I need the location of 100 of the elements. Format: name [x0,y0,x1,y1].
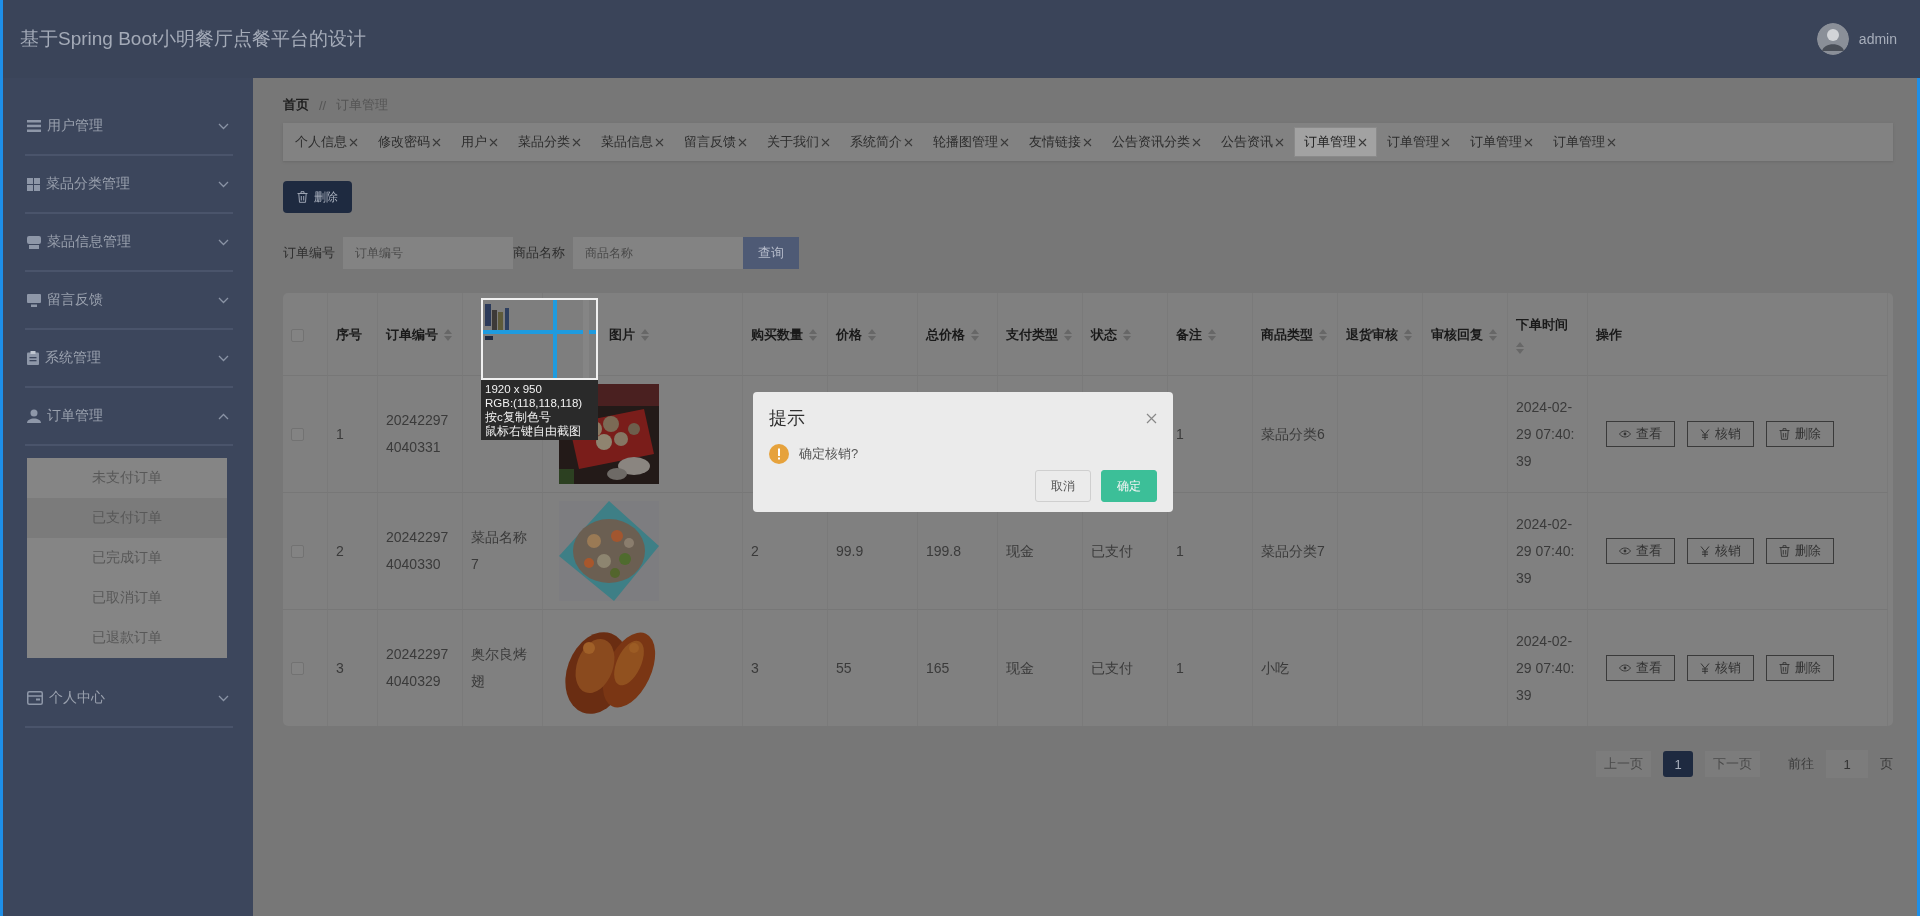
tab[interactable]: 友情链接 [1019,127,1102,157]
confirm-button[interactable]: 确定 [1101,470,1157,502]
close-icon[interactable] [904,137,913,147]
page-input[interactable]: 1 [1826,750,1868,778]
close-icon[interactable] [1146,412,1157,424]
table-cell: 小吃 [1253,609,1338,726]
column-header: 支付类型 [1006,326,1058,344]
search-button[interactable]: 查询 [743,237,799,269]
column-header: 购买数量 [751,326,803,344]
tab[interactable]: 公告资讯分类 [1102,127,1211,157]
view-button[interactable]: 查看 [1606,538,1675,564]
close-icon[interactable] [1524,137,1533,147]
dialog-message: 确定核销? [799,445,859,463]
view-button[interactable]: 查看 [1606,655,1675,681]
dialog-title: 提示 [769,407,805,430]
goto-label: 前往 [1788,755,1814,773]
delete-button[interactable]: 删除 [1766,538,1834,564]
close-icon[interactable] [1000,137,1009,147]
eye-icon [1619,430,1631,438]
table-cell: 2024-02-29 07:40:39 [1508,492,1588,609]
cancel-button[interactable]: 取消 [1035,470,1091,502]
table-cell: 202422974040330 [378,492,463,609]
close-icon[interactable] [489,137,498,147]
tab[interactable]: 订单管理 [1377,127,1460,157]
table-cell: 1 [328,375,378,492]
tab[interactable]: 关于我们 [757,127,840,157]
table-cell: 现金 [998,609,1083,726]
username[interactable]: admin [1858,31,1897,47]
close-icon[interactable] [1083,137,1092,147]
verify-button[interactable]: 核销 [1687,655,1754,681]
table-cell: 菜品分类7 [1253,492,1338,609]
breadcrumb-item[interactable]: 首页 [283,96,309,114]
trash-icon [297,191,308,203]
tab[interactable]: 公告资讯 [1211,127,1294,157]
table-cell: 202422974040329 [378,609,463,726]
tab[interactable]: 系统简介 [840,127,923,157]
sidebar-item[interactable]: 留言反馈 [25,272,233,330]
close-icon[interactable] [738,137,747,147]
close-icon[interactable] [572,137,581,147]
tab[interactable]: 修改密码 [368,127,451,157]
verify-button[interactable]: 核销 [1687,538,1754,564]
column-header: 序号 [336,326,362,344]
sidebar-item[interactable]: 系统管理 [25,330,233,388]
sidebar-item[interactable]: 订单管理 [25,388,233,446]
sidebar-item[interactable]: 菜品信息管理 [25,214,233,272]
close-icon[interactable] [655,137,664,147]
table-cell: 2 [328,492,378,609]
close-icon[interactable] [1607,137,1616,147]
column-header: 订单编号 [386,326,438,344]
table-cell: 已支付 [1083,609,1168,726]
table-cell: 奥尔良烤翅 [463,609,543,726]
table-cell: 2024-02-29 07:40:39 [1508,375,1588,492]
sidebar-item[interactable]: 用户管理 [25,98,233,156]
column-header: 状态 [1091,326,1117,344]
chevron-up-icon [218,412,229,420]
close-icon[interactable] [821,137,830,147]
tab[interactable]: 轮播图管理 [923,127,1019,157]
table-cell: 2024-02-29 07:40:39 [1508,609,1588,726]
close-icon[interactable] [1275,137,1284,147]
column-header: 图片 [609,326,635,344]
tab[interactable]: 用户 [451,127,508,157]
sidebar-item[interactable]: 个人中心 [25,670,233,728]
column-header: 总价格 [926,326,965,344]
tab[interactable]: 菜品分类 [508,127,591,157]
view-button[interactable]: 查看 [1606,421,1675,447]
field-label: 商品名称 [513,244,565,262]
app-title: 基于Spring Boot小明餐厅点餐平台的设计 [20,27,367,51]
chevron-down-icon [218,180,229,188]
close-icon[interactable] [432,137,441,147]
tab[interactable]: 订单管理 [1460,127,1543,157]
warning-icon [769,444,789,464]
page-suffix: 页 [1880,755,1893,773]
eye-icon [1619,664,1631,672]
trash-icon [1779,545,1790,557]
user-icon [27,409,41,423]
tab[interactable]: 菜品信息 [591,127,674,157]
column-header: 价格 [836,326,862,344]
sidebar-item[interactable]: 菜品分类管理 [25,156,233,214]
tab[interactable]: 订单管理 [1294,127,1377,157]
tab[interactable]: 订单管理 [1543,127,1626,157]
table-cell: 1 [1168,609,1253,726]
close-icon[interactable] [349,137,358,147]
page-button[interactable]: 1 [1663,751,1693,777]
close-icon[interactable] [1358,137,1367,147]
delete-button[interactable]: 删除 [283,181,352,213]
yen-icon [1700,662,1710,674]
tab[interactable]: 留言反馈 [674,127,757,157]
avatar-icon[interactable] [1816,23,1849,55]
tab[interactable]: 个人信息 [285,127,368,157]
card-icon [27,691,43,705]
clipboard-icon [27,351,39,365]
verify-button[interactable]: 核销 [1687,421,1754,447]
close-icon[interactable] [1192,137,1201,147]
close-icon[interactable] [1441,137,1450,147]
column-header: 退货审核 [1346,326,1398,344]
delete-button[interactable]: 删除 [1766,421,1834,447]
chevron-down-icon [218,694,229,702]
column-header: 下单时间 [1516,316,1568,334]
delete-button[interactable]: 删除 [1766,655,1834,681]
breadcrumb-separator: // [319,97,327,113]
